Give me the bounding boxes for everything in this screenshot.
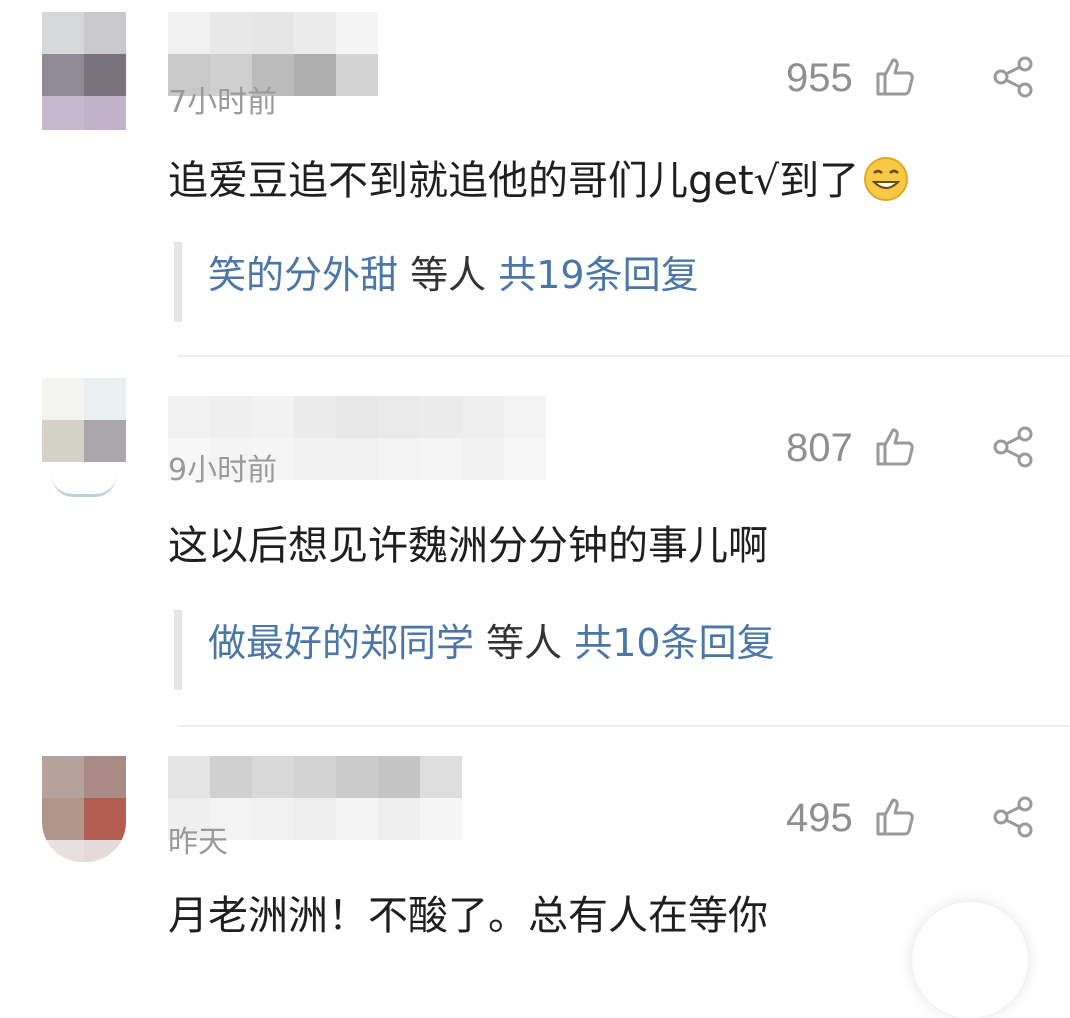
reply-others-label: 等人 bbox=[410, 253, 487, 297]
reply-author-link[interactable]: 笑的分外甜 bbox=[208, 253, 398, 297]
smirk-grin-emoji-icon bbox=[864, 157, 909, 201]
reply-preview[interactable]: 做最好的郑同学 等人 共10条回复 bbox=[174, 610, 982, 690]
share-icon[interactable] bbox=[992, 796, 1034, 838]
share-icon[interactable] bbox=[992, 56, 1034, 98]
avatar[interactable] bbox=[42, 12, 126, 96]
comment-time: 9小时前 bbox=[168, 453, 278, 488]
comment-text-content: 追爱豆追不到就追他的哥们儿get√到了 bbox=[168, 158, 860, 204]
username[interactable] bbox=[168, 12, 378, 96]
comment-text: 月老洲洲！不酸了。总有人在等你 bbox=[168, 893, 768, 939]
thumbs-up-icon[interactable] bbox=[874, 426, 916, 468]
comment-text: 追爱豆追不到就追他的哥们儿get√到了 bbox=[168, 156, 909, 202]
reply-count-link[interactable]: 共19条回复 bbox=[498, 253, 698, 297]
comment-time: 7小时前 bbox=[168, 85, 278, 120]
reply-author-link[interactable]: 做最好的郑同学 bbox=[208, 621, 474, 665]
like-count: 495 bbox=[786, 796, 853, 840]
divider bbox=[178, 355, 1070, 357]
divider bbox=[178, 725, 1070, 727]
avatar[interactable] bbox=[42, 378, 126, 462]
avatar[interactable] bbox=[42, 756, 126, 862]
reply-count-link[interactable]: 共10条回复 bbox=[574, 621, 774, 665]
avatar-edge bbox=[52, 476, 116, 497]
reply-others-label: 等人 bbox=[486, 621, 563, 665]
thumbs-up-icon[interactable] bbox=[874, 56, 916, 98]
share-icon[interactable] bbox=[992, 426, 1034, 468]
reply-preview[interactable]: 笑的分外甜 等人 共19条回复 bbox=[174, 242, 982, 322]
thumbs-up-icon[interactable] bbox=[874, 796, 916, 838]
like-count: 955 bbox=[786, 56, 853, 100]
avatar bbox=[42, 96, 126, 130]
comment-time: 昨天 bbox=[168, 825, 228, 860]
like-count: 807 bbox=[786, 426, 853, 470]
floating-action-button[interactable] bbox=[912, 902, 1028, 1018]
comment-text: 这以后想见许魏洲分分钟的事儿啊 bbox=[168, 523, 768, 569]
